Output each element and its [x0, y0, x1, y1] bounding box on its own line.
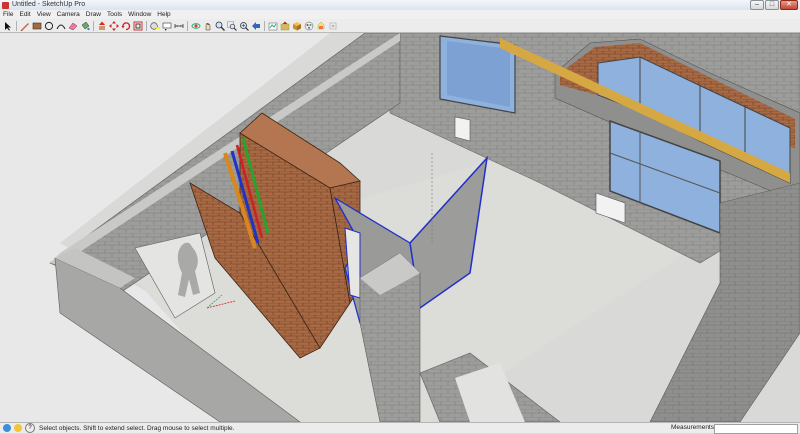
title-bar: Untitled - SketchUp Pro – □ ✕	[0, 0, 800, 10]
paint-bucket-icon[interactable]	[80, 21, 90, 31]
menu-camera[interactable]: Camera	[54, 10, 83, 19]
get-models-icon[interactable]	[268, 21, 278, 31]
menu-draw[interactable]: Draw	[83, 10, 104, 19]
orbit-icon[interactable]	[191, 21, 201, 31]
materials-icon[interactable]	[316, 21, 326, 31]
status-bar: ? Select objects. Shift to extend select…	[0, 422, 800, 434]
circle-icon[interactable]	[44, 21, 54, 31]
toolbar-separator	[264, 20, 265, 31]
pan-icon[interactable]	[203, 21, 213, 31]
3d-scene[interactable]	[0, 33, 800, 422]
toolbar-separator	[187, 20, 188, 31]
zoom-window-icon[interactable]	[227, 20, 237, 31]
rectangle-icon[interactable]	[32, 21, 42, 31]
globe-icon[interactable]	[3, 424, 11, 432]
close-button[interactable]: ✕	[780, 0, 798, 10]
push-pull-icon[interactable]	[97, 21, 107, 31]
window-title: Untitled - SketchUp Pro	[12, 1, 86, 8]
model-viewport[interactable]	[0, 33, 800, 422]
eraser-icon[interactable]	[68, 21, 78, 31]
minimize-button[interactable]: –	[750, 0, 764, 10]
menu-view[interactable]: View	[34, 10, 54, 19]
window-controls: – □ ✕	[750, 0, 798, 10]
toolbar-separator	[93, 20, 94, 31]
tape-measure-icon[interactable]	[150, 21, 160, 31]
credit-icon[interactable]	[14, 424, 22, 432]
zoom-extents-icon[interactable]	[239, 21, 249, 31]
offset-icon[interactable]	[133, 21, 143, 31]
menu-edit[interactable]: Edit	[16, 10, 33, 19]
menu-file[interactable]: File	[0, 10, 16, 19]
menu-bar: File Edit View Camera Draw Tools Window …	[0, 10, 800, 19]
menu-help[interactable]: Help	[154, 10, 173, 19]
styles-icon[interactable]	[304, 21, 314, 31]
arc-icon[interactable]	[56, 21, 66, 31]
section-icon[interactable]	[328, 21, 338, 31]
main-toolbar	[0, 19, 800, 33]
move-icon[interactable]	[109, 20, 119, 31]
previous-view-icon[interactable]	[251, 21, 261, 31]
toolbar-separator	[146, 20, 147, 31]
components-icon[interactable]	[292, 21, 302, 31]
toolbar-separator	[16, 20, 17, 31]
select-arrow-icon[interactable]	[3, 21, 13, 31]
wall-vent	[454, 116, 471, 142]
line-pencil-icon[interactable]	[20, 21, 30, 31]
status-message: Select objects. Shift to extend select. …	[39, 424, 235, 432]
help-icon[interactable]: ?	[25, 423, 35, 433]
rotate-icon[interactable]	[121, 21, 131, 31]
measurements-label: Measurements	[671, 424, 714, 431]
sketchup-app-icon	[2, 1, 9, 9]
menu-tools[interactable]: Tools	[104, 10, 125, 19]
menu-window[interactable]: Window	[125, 10, 154, 19]
dimension-icon[interactable]	[174, 21, 184, 31]
zoom-icon[interactable]	[215, 21, 225, 31]
share-model-icon[interactable]	[280, 21, 290, 31]
maximize-button[interactable]: □	[765, 0, 779, 10]
text-icon[interactable]	[162, 21, 172, 31]
